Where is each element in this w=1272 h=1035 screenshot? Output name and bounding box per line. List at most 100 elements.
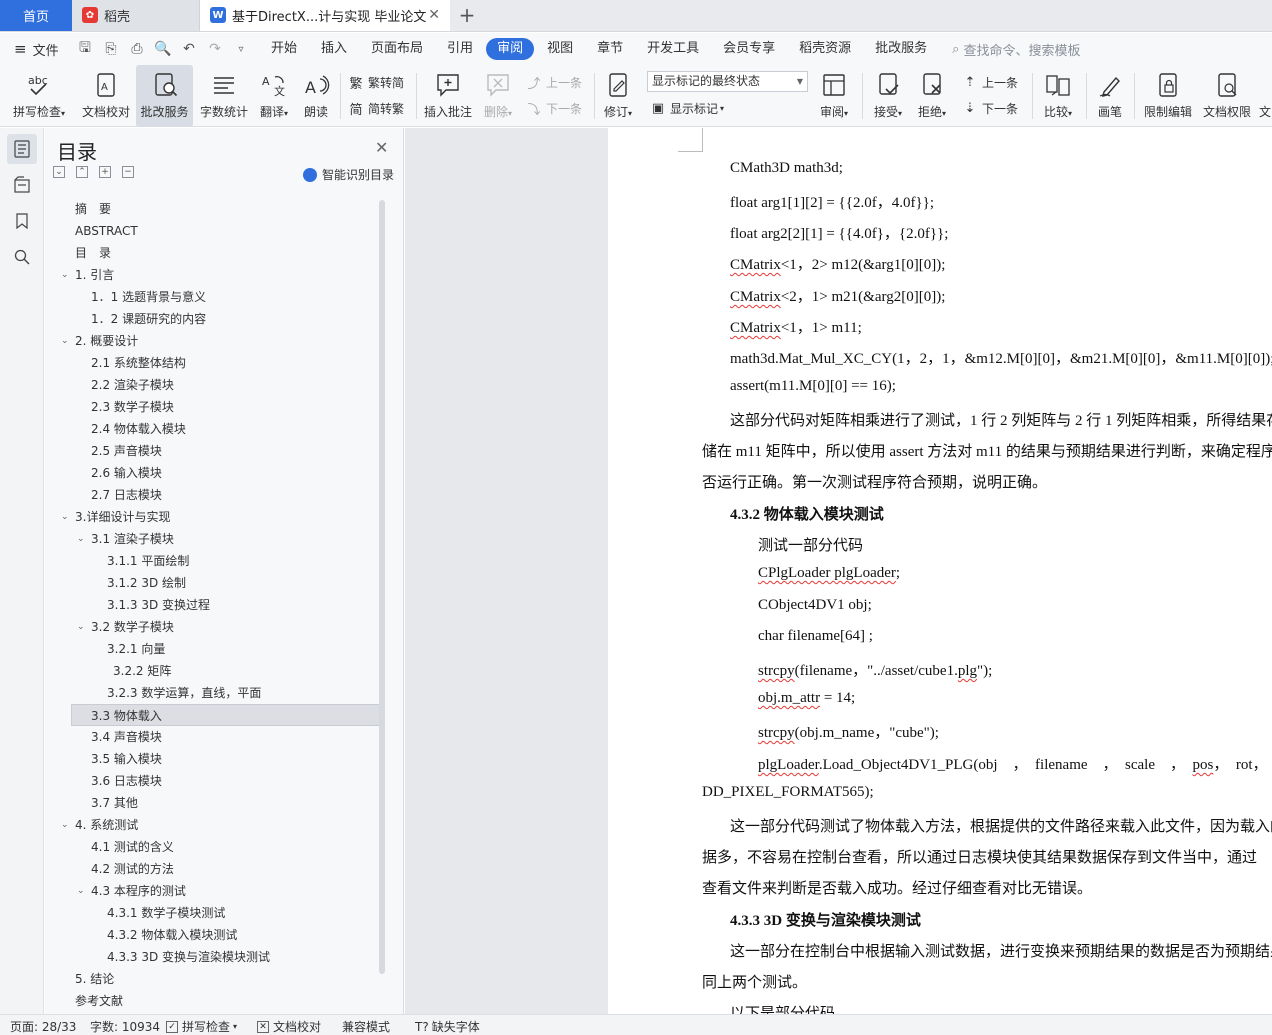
tab-document[interactable]: W 基于DirectX...计与实现 毕业论文 ✕ — [200, 0, 450, 31]
toc-item[interactable]: 2.5 声音模块 — [45, 440, 381, 462]
toc-item[interactable]: 2.2 渲染子模块 — [45, 374, 381, 396]
toc-item[interactable]: 5. 结论 — [45, 968, 381, 990]
chevron-down-icon[interactable]: ⌄ — [61, 330, 69, 352]
close-tab-icon[interactable]: ✕ — [428, 7, 440, 23]
toc-item[interactable]: 2.3 数学子模块 — [45, 396, 381, 418]
menu-layout[interactable]: 页面布局 — [360, 38, 434, 60]
compat-mode-indicator[interactable]: 兼容模式 — [342, 1018, 390, 1035]
toc-item[interactable]: 4.3.2 物体载入模块测试 — [45, 924, 381, 946]
menu-developer[interactable]: 开发工具 — [636, 38, 710, 60]
chevron-down-icon[interactable]: ⌄ — [61, 814, 69, 836]
toc-item[interactable]: 4.2 测试的方法 — [45, 858, 381, 880]
toc-item[interactable]: 3.1.2 3D 绘制 — [45, 572, 381, 594]
menu-daoke-resources[interactable]: 稻壳资源 — [788, 38, 862, 60]
pen-button[interactable]: 画笔 — [1092, 65, 1128, 127]
spellcheck-button[interactable]: abc 拼写检查▾ — [8, 65, 70, 127]
reject-button[interactable]: 拒绝▾ — [912, 65, 952, 127]
misspelled-word[interactable]: CMatrix — [730, 257, 781, 273]
correction-service-button[interactable]: 批改服务 — [136, 65, 193, 127]
print-preview-icon[interactable]: 🔍 — [154, 41, 172, 57]
simp-to-trad-button[interactable]: 繁繁转简 — [348, 74, 404, 92]
delete-comment-button[interactable]: 删除▾ — [478, 65, 518, 127]
print-icon[interactable]: ⎙ — [128, 41, 146, 57]
tab-home[interactable]: 首页 — [0, 0, 72, 31]
toc-item[interactable]: 4.3.3 3D 变换与渲染模块测试 — [45, 946, 381, 968]
compare-button[interactable]: 比较▾ — [1038, 65, 1078, 127]
toc-item[interactable]: 参考文献 — [45, 990, 381, 1008]
misspelled-word[interactable]: plgLoader — [758, 757, 819, 773]
toc-item[interactable]: ⌄ 2. 概要设计 — [45, 330, 381, 352]
status-proof[interactable]: ✕ 文档校对 — [257, 1018, 321, 1035]
prev-change-button[interactable]: ⇡ 上一条 — [962, 74, 1018, 91]
menu-view[interactable]: 视图 — [536, 38, 584, 60]
toc-item[interactable]: 3.2.1 向量 — [45, 638, 381, 660]
toc-item[interactable]: ⌄ 3.1 渲染子模块 — [45, 528, 381, 550]
misspelled-word[interactable]: CPlgLoader plgLoader — [758, 565, 896, 581]
customize-dropdown-icon[interactable]: ▿ — [232, 44, 250, 55]
tab-daoke[interactable]: ✿ 稻壳 — [72, 0, 200, 31]
toc-scrollbar[interactable] — [379, 200, 385, 974]
toc-item[interactable]: 4.3.1 数学子模块测试 — [45, 902, 381, 924]
toc-item[interactable]: 摘 要 — [45, 198, 381, 220]
chevron-down-icon[interactable]: ⌄ — [61, 264, 69, 286]
toc-item-selected[interactable]: 3.3 物体载入 — [71, 704, 381, 726]
menu-correction[interactable]: 批改服务 — [864, 38, 938, 60]
toc-item[interactable]: 2.6 输入模块 — [45, 462, 381, 484]
toc-item[interactable]: 1．1 选题背景与意义 — [45, 286, 381, 308]
export-pdf-icon[interactable]: ⎘ — [102, 41, 120, 57]
trad-to-simp-button[interactable]: 简简转繁 — [348, 100, 404, 118]
misspelled-word[interactable]: strcpy — [758, 663, 795, 679]
chevron-down-icon[interactable]: ⌄ — [61, 506, 69, 528]
chapter-panel-button[interactable] — [7, 170, 37, 200]
toc-item[interactable]: 目 录 — [45, 242, 381, 264]
command-search[interactable]: ⌕ 查找命令、搜索模板 — [952, 40, 1080, 59]
translate-button[interactable]: A文 翻译▾ — [255, 65, 293, 127]
toc-item[interactable]: 3.7 其他 — [45, 792, 381, 814]
toc-item[interactable]: ⌄ 4. 系统测试 — [45, 814, 381, 836]
expand-all-icon[interactable]: ⌄ — [53, 166, 65, 178]
smart-toc-button[interactable]: 智能识别目录 — [303, 166, 394, 183]
next-comment-button[interactable]: ⤵ 下一条 — [526, 100, 582, 118]
close-icon[interactable]: ✕ — [375, 138, 388, 157]
toc-item[interactable]: 2.4 物体载入模块 — [45, 418, 381, 440]
toc-item[interactable]: ⌄ 3.详细设计与实现 — [45, 506, 381, 528]
markup-mode-select[interactable]: 显示标记的最终状态 ▼ — [647, 71, 808, 92]
toc-item[interactable]: 2.7 日志模块 — [45, 484, 381, 506]
save-icon[interactable]: 🖫 — [76, 37, 94, 61]
menu-insert[interactable]: 插入 — [310, 38, 358, 60]
track-changes-button[interactable]: 修订▾ — [598, 65, 638, 127]
misspelled-word[interactable]: strcpy — [758, 725, 795, 741]
toc-item[interactable]: 3.2.2 矩阵 — [45, 660, 381, 682]
next-change-button[interactable]: ⇣ 下一条 — [962, 100, 1018, 117]
ribbon-more-button[interactable]: 文 — [1258, 65, 1272, 127]
word-count-indicator[interactable]: 字数: 10934 — [90, 1018, 160, 1035]
insert-comment-button[interactable]: 插入批注 — [421, 65, 475, 127]
misspelled-word[interactable]: obj.m_attr — [758, 690, 820, 706]
missing-font-indicator[interactable]: T? 缺失字体 — [415, 1018, 480, 1035]
toc-item[interactable]: 3.4 声音模块 — [45, 726, 381, 748]
toc-item[interactable]: 3.5 输入模块 — [45, 748, 381, 770]
read-aloud-button[interactable]: A 朗读 — [297, 65, 335, 127]
bookmark-panel-button[interactable] — [7, 206, 37, 236]
misspelled-word[interactable]: CMatrix — [730, 320, 781, 336]
toc-item[interactable]: 3.1.1 平面绘制 — [45, 550, 381, 572]
toc-item[interactable]: 2.1 系统整体结构 — [45, 352, 381, 374]
menu-review[interactable]: 审阅 — [486, 38, 535, 60]
page-indicator[interactable]: 页面: 28/33 — [10, 1018, 76, 1035]
toc-item[interactable]: 1．2 课题研究的内容 — [45, 308, 381, 330]
menu-member[interactable]: 会员专享 — [712, 38, 786, 60]
show-markup-button[interactable]: ▣ 显示标记 ▾ — [650, 100, 724, 117]
misspelled-word[interactable]: CMatrix — [730, 289, 781, 305]
prev-comment-button[interactable]: ⤴ 上一条 — [526, 74, 582, 92]
status-spellcheck[interactable]: ✓ 拼写检查 ▾ — [166, 1018, 237, 1035]
accept-button[interactable]: 接受▾ — [868, 65, 908, 127]
word-count-button[interactable]: 字数统计 — [196, 65, 252, 127]
redo-icon[interactable]: ↷ — [206, 41, 224, 57]
new-tab-button[interactable]: + — [450, 0, 484, 31]
misspelled-word[interactable]: plg — [958, 663, 977, 679]
chevron-down-icon[interactable]: ⌄ — [77, 528, 85, 550]
toc-item[interactable]: ⌄ 3.2 数学子模块 — [45, 616, 381, 638]
restrict-editing-button[interactable]: 限制编辑 — [1140, 65, 1196, 127]
file-menu-button[interactable]: ≡ 文件 — [0, 40, 70, 59]
doc-permission-button[interactable]: 文档权限 — [1199, 65, 1255, 127]
